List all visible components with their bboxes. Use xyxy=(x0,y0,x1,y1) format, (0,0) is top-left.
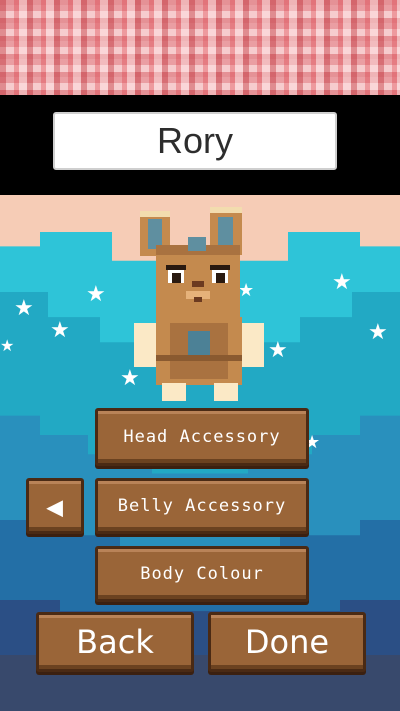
star-icon: ★ xyxy=(14,296,34,321)
star-icon: ★ xyxy=(332,270,352,295)
bunny-character xyxy=(134,207,264,401)
back-button[interactable]: Back xyxy=(36,612,194,672)
star-icon: ★ xyxy=(368,320,388,345)
character-name: Rory xyxy=(156,120,233,161)
head-accessory-label: Head Accessory xyxy=(123,427,281,447)
body-colour-button[interactable]: Body Colour xyxy=(95,546,309,602)
star-icon: ★ xyxy=(0,336,15,355)
body-colour-label: Body Colour xyxy=(140,564,264,584)
star-icon: ★ xyxy=(50,318,70,343)
belly-accessory-button[interactable]: Belly Accessory xyxy=(95,478,309,534)
previous-button[interactable]: ◀ xyxy=(26,478,84,534)
character-name-box[interactable]: Rory xyxy=(53,112,337,170)
done-button[interactable]: Done xyxy=(208,612,366,672)
back-label: Back xyxy=(76,623,154,661)
done-label: Done xyxy=(244,623,330,661)
belly-accessory-label: Belly Accessory xyxy=(117,496,287,516)
top-pattern-background xyxy=(0,0,400,95)
head-accessory-button[interactable]: Head Accessory xyxy=(95,408,309,466)
star-icon: ★ xyxy=(86,282,106,307)
left-arrow-icon: ◀ xyxy=(46,489,64,523)
